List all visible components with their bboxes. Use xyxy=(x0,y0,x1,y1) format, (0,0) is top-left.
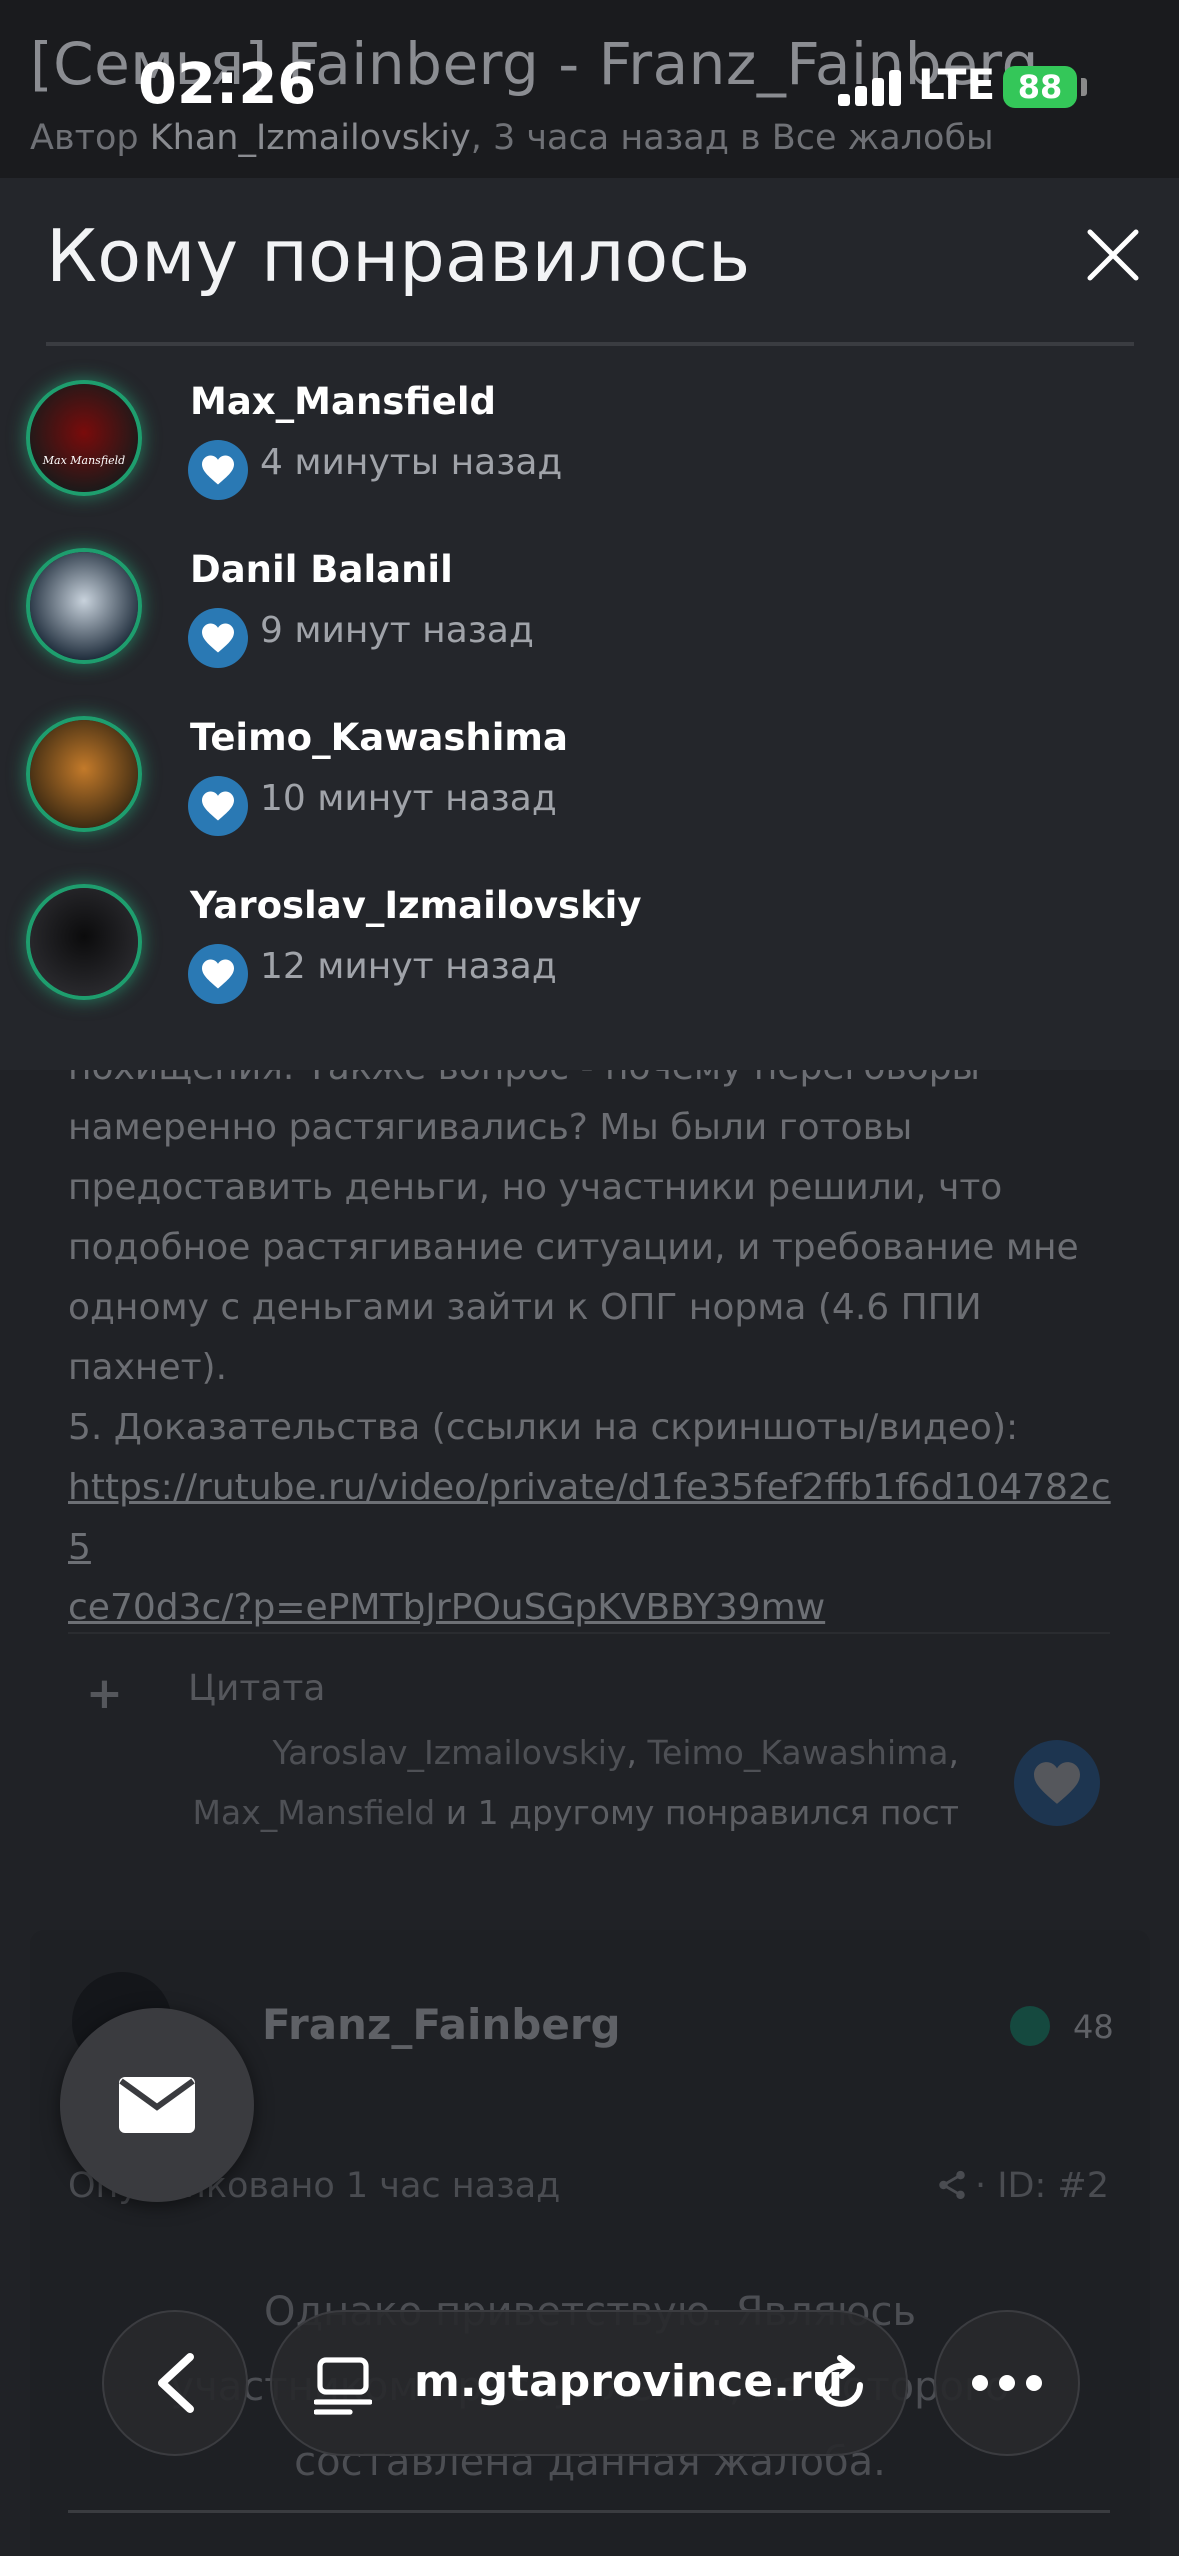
liked-by-line-1: Yaroslav_Izmailovskiy, Teimo_Kawashima, xyxy=(139,1733,959,1772)
share-icon xyxy=(939,2170,965,2200)
like-username[interactable]: Max_Mansfield xyxy=(190,380,496,423)
post-line: 5. Доказательства (ссылки на скриншоты/в… xyxy=(68,1407,1019,1448)
thread-title: [Семья] Fainberg - Franz_Fainberg xyxy=(30,30,1039,98)
heart-icon xyxy=(202,791,234,821)
post2-author-name[interactable]: Franz_Fainberg xyxy=(262,2000,621,2049)
chevron-left-icon xyxy=(158,2353,194,2413)
post-line: подобное растягивание ситуации, и требов… xyxy=(68,1227,1079,1268)
heart-badge xyxy=(188,440,248,500)
liked-by-others[interactable]: и 1 другому понравился пост xyxy=(435,1793,959,1832)
heart-badge xyxy=(188,776,248,836)
like-username[interactable]: Danil Balanil xyxy=(190,548,453,591)
avatar-caption: Max Mansfield xyxy=(42,454,126,467)
like-username[interactable]: Yaroslav_Izmailovskiy xyxy=(190,884,641,927)
meta-prefix: Автор xyxy=(30,118,150,158)
reload-icon[interactable] xyxy=(810,2354,872,2416)
reputation-icon xyxy=(1010,2006,1050,2046)
avatar-image xyxy=(30,720,138,828)
avatar-image xyxy=(30,552,138,660)
avatar[interactable]: Max Mansfield xyxy=(26,380,142,496)
post2-id[interactable]: · ID: #2 xyxy=(935,2166,1109,2206)
evidence-link-line1[interactable]: https://rutube.ru/video/private/d1fe35fe… xyxy=(68,1467,1111,1568)
more-icon xyxy=(972,2375,1042,2391)
post-line: одному с деньгами зайти к ОПГ норма (4.6… xyxy=(68,1287,982,1328)
liked-by-sep: , xyxy=(948,1733,960,1772)
liked-by-user[interactable]: Teimo_Kawashima xyxy=(648,1733,949,1772)
heart-badge xyxy=(188,608,248,668)
evidence-link[interactable]: https://rutube.ru/video/private/d1fe35fe… xyxy=(68,1458,1118,1638)
like-time: 4 минуты назад xyxy=(260,442,563,483)
liked-by-sep: , xyxy=(626,1733,648,1772)
like-time: 9 минут назад xyxy=(260,610,534,651)
avatar-image xyxy=(30,888,138,996)
like-row[interactable]: Yaroslav_Izmailovskiy 12 минут назад xyxy=(0,874,1179,1042)
modal-divider xyxy=(46,342,1134,346)
like-row[interactable]: Danil Balanil 9 минут назад xyxy=(0,538,1179,706)
liked-by-user[interactable]: Yaroslav_Izmailovskiy xyxy=(273,1733,627,1772)
close-icon xyxy=(1087,229,1139,281)
meta-suffix: , 3 часа назад в Все жалобы xyxy=(470,118,994,158)
likes-modal: Кому понравилось Max Mansfield Max_Mansfi… xyxy=(0,178,1179,1070)
avatar-image xyxy=(30,384,138,492)
like-row[interactable]: Max Mansfield Max_Mansfield 4 минуты назад xyxy=(0,370,1179,538)
thread-meta: Автор Khan_Izmailovskiy, 3 часа назад в … xyxy=(30,118,994,158)
avatar[interactable] xyxy=(26,548,142,664)
like-time: 10 минут назад xyxy=(260,778,557,819)
heart-icon xyxy=(1034,1762,1080,1804)
back-button[interactable] xyxy=(102,2310,248,2456)
avatar[interactable] xyxy=(26,716,142,832)
heart-badge xyxy=(188,944,248,1004)
messages-fab[interactable] xyxy=(60,2008,254,2202)
avatar[interactable] xyxy=(26,884,142,1000)
divider xyxy=(68,1632,1110,1634)
modal-title: Кому понравилось xyxy=(46,214,751,298)
post-line: пахнет). xyxy=(68,1347,228,1388)
more-button[interactable] xyxy=(934,2310,1080,2456)
like-time: 12 минут назад xyxy=(260,946,557,987)
like-username[interactable]: Teimo_Kawashima xyxy=(190,716,568,759)
liked-by-user[interactable]: Max_Mansfield xyxy=(193,1793,436,1832)
mail-icon xyxy=(119,2077,195,2133)
quote-plus-icon[interactable]: + xyxy=(86,1668,123,1719)
heart-icon xyxy=(202,455,234,485)
like-row[interactable]: Teimo_Kawashima 10 минут назад xyxy=(0,706,1179,874)
heart-icon xyxy=(202,623,234,653)
post2-id-text: · ID: #2 xyxy=(974,2166,1109,2206)
quote-button[interactable]: Цитата xyxy=(188,1668,325,1709)
evidence-link-line2[interactable]: ce70d3c/?p=ePMTbJrPOuSGpKVBBY39mw xyxy=(68,1587,825,1628)
post-line: предоставить деньги, но участники решили… xyxy=(68,1167,1003,1208)
divider xyxy=(68,2510,1110,2513)
close-button[interactable] xyxy=(1080,222,1146,288)
post-body: похищения. Также вопрос - почему перегов… xyxy=(68,1038,1118,1638)
tabs-icon xyxy=(314,2357,372,2415)
heart-icon xyxy=(202,959,234,989)
liked-by-line-2: Max_Mansfield и 1 другому понравился пос… xyxy=(139,1793,960,1832)
url-text: m.gtaprovince.ru xyxy=(414,2356,843,2407)
like-post-button[interactable] xyxy=(1014,1740,1100,1826)
thread-header: [Семья] Fainberg - Franz_Fainberg Автор … xyxy=(0,0,1179,178)
post-line: намеренно растягивались? Мы были готовы xyxy=(68,1107,913,1148)
thread-author-link[interactable]: Khan_Izmailovskiy xyxy=(150,118,471,158)
reputation-count: 48 xyxy=(1073,2008,1114,2046)
address-bar[interactable]: m.gtaprovince.ru xyxy=(270,2310,908,2456)
